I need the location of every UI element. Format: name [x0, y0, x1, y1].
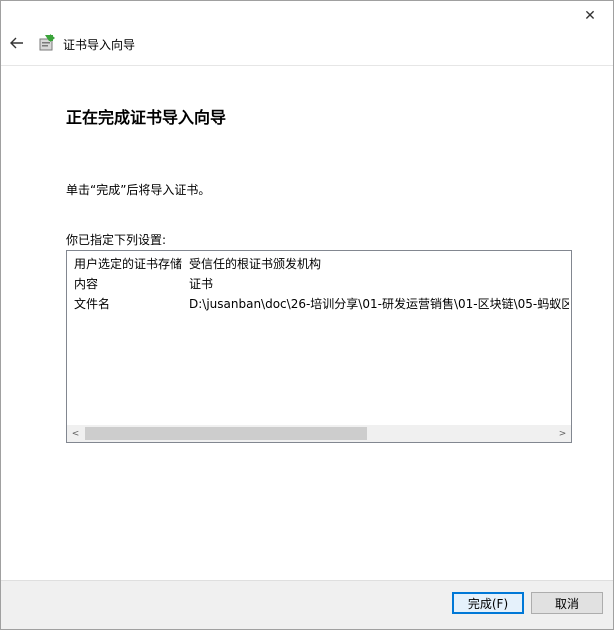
wizard-header: 证书导入向导: [1, 25, 613, 66]
settings-list[interactable]: 用户选定的证书存储 受信任的根证书颁发机构 内容 证书 文件名 D:\jusan…: [66, 250, 572, 443]
close-icon: ✕: [584, 8, 596, 24]
page-title: 正在完成证书导入向导: [66, 108, 227, 127]
wizard-window: ✕ 证书导入向导 正在完成证书导入向导 单击“完成”后将导入证书。 你已指定下列…: [0, 0, 614, 630]
wizard-footer: 完成(F) 取消: [1, 580, 613, 629]
instruction-text: 单击“完成”后将导入证书。: [66, 183, 211, 197]
scroll-thumb[interactable]: [85, 427, 367, 440]
setting-key: 内容: [74, 277, 99, 291]
setting-value: D:\jusanban\doc\26-培训分享\01-研发运营销售\01-区块链…: [189, 297, 569, 311]
setting-key: 用户选定的证书存储: [74, 257, 183, 271]
chevron-left-icon: <: [71, 428, 80, 439]
back-button[interactable]: [7, 33, 27, 53]
window-title: 证书导入向导: [63, 38, 136, 52]
horizontal-scrollbar[interactable]: < >: [67, 425, 571, 442]
settings-row-store: 用户选定的证书存储 受信任的根证书颁发机构: [67, 251, 571, 271]
settings-row-filename: 文件名 D:\jusanban\doc\26-培训分享\01-研发运营销售\01…: [67, 291, 571, 311]
settings-label: 你已指定下列设置:: [66, 233, 167, 247]
setting-key: 文件名: [74, 297, 111, 311]
settings-row-content: 内容 证书: [67, 271, 571, 291]
scroll-right-button[interactable]: >: [554, 425, 571, 442]
cancel-button[interactable]: 取消: [531, 592, 603, 614]
scroll-left-button[interactable]: <: [67, 425, 84, 442]
certificate-wizard-icon: [39, 34, 55, 51]
setting-value: 证书: [189, 277, 214, 291]
back-arrow-icon: [10, 37, 23, 49]
finish-button[interactable]: 完成(F): [452, 592, 524, 614]
setting-value: 受信任的根证书颁发机构: [189, 257, 322, 271]
chevron-right-icon: >: [558, 428, 567, 439]
